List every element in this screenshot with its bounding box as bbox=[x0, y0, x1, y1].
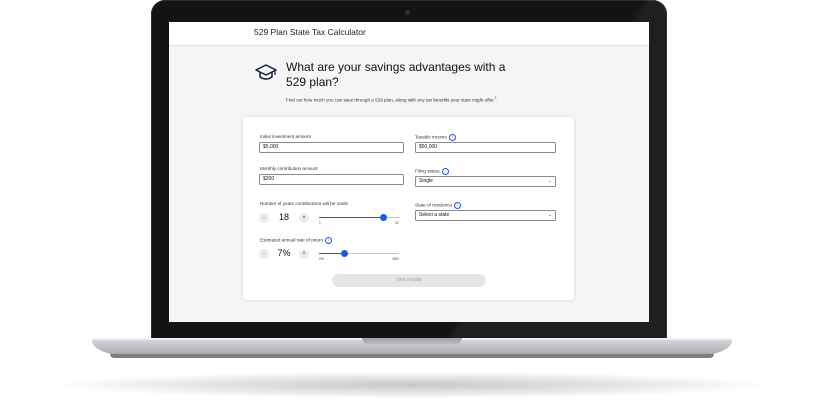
return-rate-decrement-button[interactable]: - bbox=[259, 249, 269, 259]
years-slider-thumb[interactable] bbox=[380, 214, 388, 221]
return-rate-slider-thumb[interactable] bbox=[340, 250, 348, 257]
filing-status-info-icon[interactable]: i bbox=[441, 168, 449, 175]
return-rate-min-label: 2% bbox=[319, 257, 324, 261]
page-heading: What are your savings advantages with a … bbox=[286, 60, 506, 89]
footnote-marker: 1 bbox=[494, 96, 497, 100]
state-info-icon[interactable]: i bbox=[454, 202, 462, 209]
return-rate-value[interactable]: 7% bbox=[273, 248, 295, 258]
app-title: 529 Plan State Tax Calculator bbox=[254, 27, 366, 37]
return-rate-increment-button[interactable]: + bbox=[299, 249, 309, 259]
return-rate-slider[interactable] bbox=[319, 250, 399, 257]
lid-opening-notch bbox=[362, 338, 462, 344]
return-rate-max-label: 18% bbox=[392, 257, 399, 261]
return-rate-info-icon[interactable]: i bbox=[325, 237, 333, 244]
state-select[interactable]: Select a state ⌄ bbox=[415, 210, 556, 221]
see-results-button[interactable]: See results bbox=[332, 274, 486, 287]
laptop-shadow bbox=[60, 372, 764, 398]
app-header: 529 Plan State Tax Calculator bbox=[169, 22, 649, 46]
chevron-down-icon: ⌄ bbox=[547, 178, 552, 184]
taxable-income-info-icon[interactable]: i bbox=[448, 134, 456, 141]
initial-investment-label: Initial investment amount bbox=[260, 134, 311, 139]
graduation-cap-icon bbox=[255, 64, 277, 80]
years-value[interactable]: 18 bbox=[273, 212, 295, 222]
initial-investment-input[interactable]: $5,000 bbox=[259, 142, 404, 153]
webcam bbox=[405, 10, 410, 15]
return-rate-label: Estimated annual rate of return i bbox=[260, 237, 333, 244]
state-label: State of residence i bbox=[415, 202, 462, 209]
taxable-income-label-text: Taxable income bbox=[415, 134, 447, 140]
years-max-label: 22 bbox=[395, 221, 399, 225]
filing-status-label-text: Filing status bbox=[415, 168, 440, 174]
years-increment-button[interactable]: + bbox=[299, 213, 309, 223]
state-value: Select a state bbox=[419, 212, 450, 218]
laptop-screen: 529 Plan State Tax Calculator What are y… bbox=[169, 22, 649, 322]
years-label: Number of years contributions will be ma… bbox=[260, 201, 349, 206]
return-rate-label-text: Estimated annual rate of return bbox=[260, 237, 324, 243]
laptop-base-bottom bbox=[110, 354, 714, 358]
years-decrement-button[interactable]: - bbox=[259, 213, 269, 223]
subheading-text: Find out how much you can save through a… bbox=[286, 97, 495, 103]
filing-status-label: Filing status i bbox=[415, 168, 449, 175]
monthly-contribution-input[interactable]: $200 bbox=[259, 174, 404, 185]
years-slider-fill bbox=[319, 217, 384, 218]
chevron-down-icon: ⌄ bbox=[547, 212, 552, 218]
years-slider[interactable] bbox=[319, 214, 399, 221]
taxable-income-input[interactable]: $50,000 bbox=[415, 142, 556, 153]
state-label-text: State of residence bbox=[415, 202, 453, 208]
calculator-form-card: Initial investment amount $5,000 Monthly… bbox=[243, 117, 574, 300]
filing-status-value: Single bbox=[419, 178, 433, 184]
years-min-label: 1 bbox=[319, 221, 321, 225]
taxable-income-label: Taxable income i bbox=[415, 134, 456, 141]
filing-status-select[interactable]: Single ⌄ bbox=[415, 176, 556, 187]
monthly-contribution-label: Monthly contribution amount bbox=[260, 166, 318, 171]
page-subheading: Find out how much you can save through a… bbox=[286, 96, 586, 103]
